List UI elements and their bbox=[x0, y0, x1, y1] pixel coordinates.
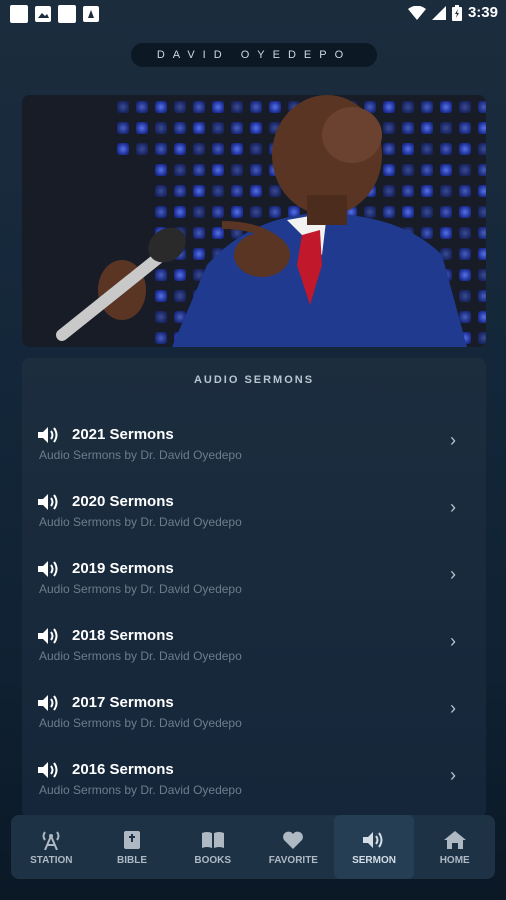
bottom-nav: STATION BIBLE BOOKS FAVORITE SERMON HOME bbox=[11, 815, 495, 879]
notification-square-icon bbox=[58, 5, 76, 23]
clock: 3:39 bbox=[467, 4, 498, 21]
chevron-right-icon: › bbox=[450, 430, 456, 450]
sermon-list-item[interactable]: 2021 Sermons Audio Sermons by Dr. David … bbox=[22, 420, 486, 486]
nav-books[interactable]: BOOKS bbox=[172, 815, 253, 879]
app-notification-icon bbox=[82, 5, 100, 23]
nav-sermon[interactable]: SERMON bbox=[333, 815, 415, 879]
sermon-list-item[interactable]: 2019 Sermons Audio Sermons by Dr. David … bbox=[22, 554, 486, 620]
nav-station[interactable]: STATION bbox=[11, 815, 92, 879]
nav-label: BIBLE bbox=[117, 854, 147, 866]
speaker-icon bbox=[38, 494, 58, 510]
sermon-list-item[interactable]: 2020 Sermons Audio Sermons by Dr. David … bbox=[22, 487, 486, 553]
sermon-year-label: 2018 Sermons bbox=[72, 627, 174, 644]
speaker-icon bbox=[38, 628, 58, 644]
section-title: AUDIO SERMONS bbox=[193, 374, 315, 386]
home-icon bbox=[443, 829, 467, 851]
chevron-right-icon: › bbox=[450, 497, 456, 517]
nav-label: FAVORITE bbox=[268, 854, 318, 866]
sermon-subtitle: Audio Sermons by Dr. David Oyedepo bbox=[39, 783, 242, 797]
sermon-year-label: 2020 Sermons bbox=[72, 493, 174, 510]
sermon-year-label: 2021 Sermons bbox=[72, 426, 174, 443]
hero-image bbox=[22, 95, 486, 347]
nav-label: SERMON bbox=[352, 854, 396, 866]
sermon-list-item[interactable]: 2017 Sermons Audio Sermons by Dr. David … bbox=[22, 688, 486, 754]
chevron-right-icon: › bbox=[450, 765, 456, 785]
app-title: DAVID OYEDEPO bbox=[131, 43, 377, 67]
chevron-right-icon: › bbox=[450, 564, 456, 584]
battery-icon bbox=[451, 4, 462, 21]
book-open-icon bbox=[201, 829, 225, 851]
sermon-list-item[interactable]: 2018 Sermons Audio Sermons by Dr. David … bbox=[22, 621, 486, 687]
wifi-icon bbox=[407, 5, 426, 20]
sermon-year-label: 2017 Sermons bbox=[72, 694, 174, 711]
cell-signal-icon bbox=[431, 5, 446, 20]
sermon-year-label: 2019 Sermons bbox=[72, 560, 174, 577]
sermon-list-item[interactable]: 2016 Sermons Audio Sermons by Dr. David … bbox=[22, 755, 486, 821]
speaker-icon bbox=[38, 695, 58, 711]
nav-favorite[interactable]: FAVORITE bbox=[253, 815, 334, 879]
audio-sermons-card: AUDIO SERMONS 2021 Sermons Audio Sermons… bbox=[22, 358, 486, 818]
notification-icons bbox=[10, 5, 100, 23]
chevron-right-icon: › bbox=[450, 698, 456, 718]
nav-home[interactable]: HOME bbox=[414, 815, 495, 879]
chevron-right-icon: › bbox=[450, 631, 456, 651]
speaker-icon bbox=[38, 427, 58, 443]
heart-icon bbox=[282, 829, 304, 851]
image-notification-icon bbox=[34, 5, 52, 23]
sermon-subtitle: Audio Sermons by Dr. David Oyedepo bbox=[39, 448, 242, 462]
sermon-subtitle: Audio Sermons by Dr. David Oyedepo bbox=[39, 649, 242, 663]
nav-label: BOOKS bbox=[194, 854, 232, 866]
nav-label: STATION bbox=[30, 854, 73, 866]
speaker-icon bbox=[38, 762, 58, 778]
sermon-subtitle: Audio Sermons by Dr. David Oyedepo bbox=[39, 582, 242, 596]
sermon-subtitle: Audio Sermons by Dr. David Oyedepo bbox=[39, 716, 242, 730]
nav-bible[interactable]: BIBLE bbox=[92, 815, 173, 879]
radio-tower-icon bbox=[39, 829, 63, 851]
speaker-icon bbox=[38, 561, 58, 577]
sermon-year-label: 2016 Sermons bbox=[72, 761, 174, 778]
notification-square-icon bbox=[10, 5, 28, 23]
bible-icon bbox=[123, 829, 141, 851]
speaker-icon bbox=[362, 829, 386, 851]
nav-label: HOME bbox=[439, 854, 470, 866]
sermon-subtitle: Audio Sermons by Dr. David Oyedepo bbox=[39, 515, 242, 529]
status-bar: 3:39 bbox=[0, 0, 506, 28]
